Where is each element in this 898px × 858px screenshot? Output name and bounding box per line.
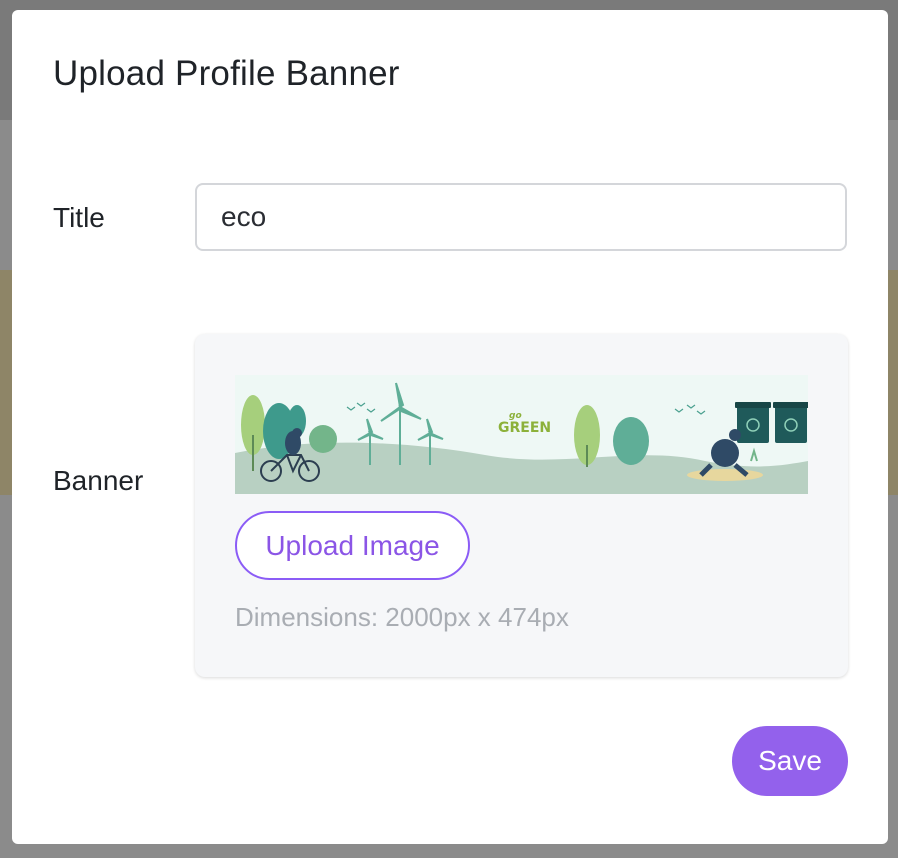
upload-image-button[interactable]: Upload Image: [235, 511, 470, 580]
banner-upload-card: go GREEN Upload Image Dimensions: 2000px…: [195, 334, 848, 677]
save-button[interactable]: Save: [732, 726, 848, 796]
banner-label: Banner: [53, 465, 144, 496]
banner-preview-image: go GREEN: [235, 375, 808, 494]
title-label: Title: [53, 202, 105, 233]
svg-text:GREEN: GREEN: [498, 420, 551, 436]
dimensions-hint: Dimensions: 2000px x 474px: [235, 602, 569, 632]
modal-title: Upload Profile Banner: [53, 54, 400, 93]
upload-banner-modal: Upload Profile Banner Title Banner: [12, 10, 888, 844]
title-input[interactable]: [195, 183, 847, 251]
